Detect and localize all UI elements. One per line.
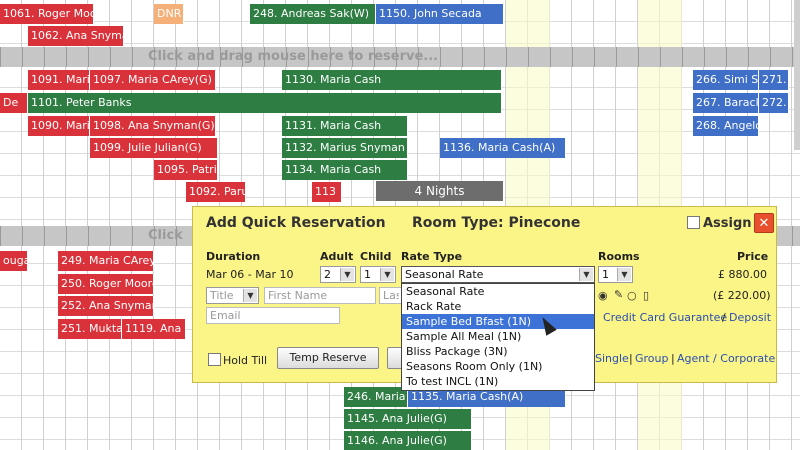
assign-label: Assign xyxy=(703,216,752,231)
reservation-bar[interactable]: 113 xyxy=(312,182,342,202)
rate-option[interactable]: Bliss Package (3N) xyxy=(402,344,594,359)
reservation-bar[interactable]: 250. Roger Moore xyxy=(58,274,154,294)
rate-type-select[interactable]: Seasonal Rate ▼ xyxy=(401,266,595,283)
reservation-bar[interactable]: 249. Maria CArey xyxy=(58,251,154,271)
reservation-bar[interactable]: ouga xyxy=(0,251,28,271)
hold-till-checkbox[interactable] xyxy=(208,353,221,366)
close-icon[interactable]: ✕ xyxy=(754,213,774,233)
chevron-down-icon[interactable]: ▼ xyxy=(340,268,354,281)
rooms-value: 1 xyxy=(602,268,609,281)
reservation-bar[interactable]: 1099. Julie Julian(G) xyxy=(90,138,218,158)
drag-hint-text: Click and drag mouse here to reserve... xyxy=(148,49,439,64)
reservation-bar[interactable]: 1097. Maria CArey(G) xyxy=(90,70,216,90)
chevron-down-icon[interactable]: ▼ xyxy=(617,268,631,281)
reservation-bar[interactable]: 1101. Peter Banks xyxy=(28,93,502,113)
temp-reserve-button[interactable]: Temp Reserve xyxy=(277,347,379,369)
adult-select[interactable]: 2 ▼ xyxy=(320,266,356,283)
credit-card-guarantee-link[interactable]: Credit Card Guarantee xyxy=(603,311,727,324)
reservation-bar[interactable]: 267. Barack xyxy=(693,93,759,113)
reservation-bar[interactable]: 248. Andreas Sak(W) xyxy=(250,4,376,24)
reservation-bar[interactable]: De xyxy=(0,93,28,113)
last-name-field[interactable] xyxy=(379,287,403,304)
drag-to-reserve-bar[interactable]: Click and drag mouse here to reserve... xyxy=(0,47,800,67)
rate-type-header: Rate Type xyxy=(401,250,463,263)
radio-selected-icon[interactable]: ◉ xyxy=(598,289,608,302)
reservation-bar[interactable]: 1146. Ana Julie(G) xyxy=(344,431,472,450)
adult-header: Adult xyxy=(320,250,354,263)
rooms-select[interactable]: 1 ▼ xyxy=(598,266,633,283)
rate-type-dropdown-list[interactable]: Seasonal Rate Rack Rate Sample Bed Bfast… xyxy=(401,283,595,391)
reservation-bar[interactable]: 252. Ana Snyman xyxy=(58,296,154,316)
reservation-bar[interactable]: 1134. Maria Cash xyxy=(282,160,408,180)
price-header: Price xyxy=(737,250,769,263)
duration-header: Duration xyxy=(206,250,261,263)
link-separator: | xyxy=(629,352,633,365)
selection-nights-bar[interactable]: 4 Nights xyxy=(376,181,504,201)
reservation-bar[interactable]: DNR xyxy=(154,4,184,24)
reservation-bar[interactable]: 1131. Maria Cash xyxy=(282,116,408,136)
rate-option-highlighted[interactable]: Sample Bed Bfast (1N) xyxy=(402,314,594,329)
single-link[interactable]: Single xyxy=(595,352,629,365)
title-select[interactable]: Title ▼ xyxy=(206,287,259,304)
reservation-bar[interactable]: 1132. Marius Snyman xyxy=(282,138,408,158)
reservation-bar[interactable]: 1095. Patric xyxy=(154,160,218,180)
first-name-input[interactable] xyxy=(265,288,375,303)
email-input[interactable] xyxy=(207,308,339,323)
group-link[interactable]: Group xyxy=(635,352,669,365)
reservation-bar[interactable]: 271. xyxy=(759,70,789,90)
reservation-bar[interactable]: 266. Simi Sc xyxy=(693,70,759,90)
chevron-down-icon[interactable]: ▼ xyxy=(243,289,257,302)
rate-option[interactable]: Seasons Room Only (1N) xyxy=(402,359,594,374)
radio-icon[interactable]: ○ xyxy=(627,289,637,302)
chevron-down-icon[interactable]: ▼ xyxy=(579,268,593,281)
reservation-bar[interactable]: 1062. Ana Snyma xyxy=(28,26,124,46)
pen-icon[interactable]: ✎ xyxy=(614,288,623,301)
child-header: Child xyxy=(360,250,392,263)
reservation-bar[interactable]: 1090. Maria xyxy=(28,116,90,136)
rate-type-value: Seasonal Rate xyxy=(405,268,484,281)
price-value: £ 880.00 xyxy=(718,268,767,281)
first-name-field[interactable] xyxy=(264,287,376,304)
rate-option[interactable]: Rack Rate xyxy=(402,299,594,314)
child-value: 1 xyxy=(364,268,371,281)
reservation-bar[interactable]: 1130. Maria Cash xyxy=(282,70,502,90)
hold-till-label: Hold Till xyxy=(223,354,268,367)
reservation-bar[interactable]: 1145. Ana Julie(G) xyxy=(344,409,472,429)
card-icon[interactable]: ▯ xyxy=(643,289,649,302)
rate-option[interactable]: To test INCL (1N) xyxy=(402,374,594,389)
date-range: Mar 06 - Mar 10 xyxy=(206,268,294,281)
link-separator: / xyxy=(722,311,726,324)
assign-checkbox[interactable] xyxy=(687,216,700,229)
last-name-input[interactable] xyxy=(380,288,402,303)
link-separator: | xyxy=(671,352,675,365)
reservation-bar[interactable]: 268. Angelo xyxy=(693,116,759,136)
rate-option[interactable]: Seasonal Rate xyxy=(402,284,594,299)
rooms-header: Rooms xyxy=(598,250,640,263)
dialog-title: Add Quick Reservation xyxy=(206,215,386,231)
reservation-bar[interactable]: 1092. Paru xyxy=(186,182,246,202)
reservation-bar[interactable]: 1136. Maria Cash(A) xyxy=(440,138,566,158)
reservation-bar[interactable]: 251. Mukta xyxy=(58,319,122,339)
child-select[interactable]: 1 ▼ xyxy=(360,266,396,283)
reservation-bar[interactable]: 1150. John Secada xyxy=(376,4,504,24)
chevron-down-icon[interactable]: ▼ xyxy=(380,268,394,281)
reservation-bar[interactable]: 1119. Ana S xyxy=(122,319,186,339)
drag-hint-text: Click xyxy=(148,228,183,243)
reservation-bar[interactable]: 272. xyxy=(759,93,789,113)
reservation-bar[interactable]: 1091. Maria xyxy=(28,70,90,90)
title-placeholder: Title xyxy=(210,289,234,302)
deposit-amount: (£ 220.00) xyxy=(713,289,771,302)
reservation-bar[interactable]: 1061. Roger Moor xyxy=(0,4,94,24)
vertical-scrollbar[interactable] xyxy=(794,0,800,150)
rate-option[interactable]: Sample All Meal (1N) xyxy=(402,329,594,344)
deposit-link[interactable]: Deposit xyxy=(729,311,771,324)
room-type-label: Room Type: Pinecone xyxy=(412,215,581,231)
agent-corporate-link[interactable]: Agent / Corporate xyxy=(677,352,775,365)
email-field[interactable] xyxy=(206,307,340,324)
adult-value: 2 xyxy=(324,268,331,281)
reservation-bar[interactable]: 1098. Ana Snyman(G) xyxy=(90,116,216,136)
reservation-bar[interactable]: 246. Maria xyxy=(344,387,408,407)
